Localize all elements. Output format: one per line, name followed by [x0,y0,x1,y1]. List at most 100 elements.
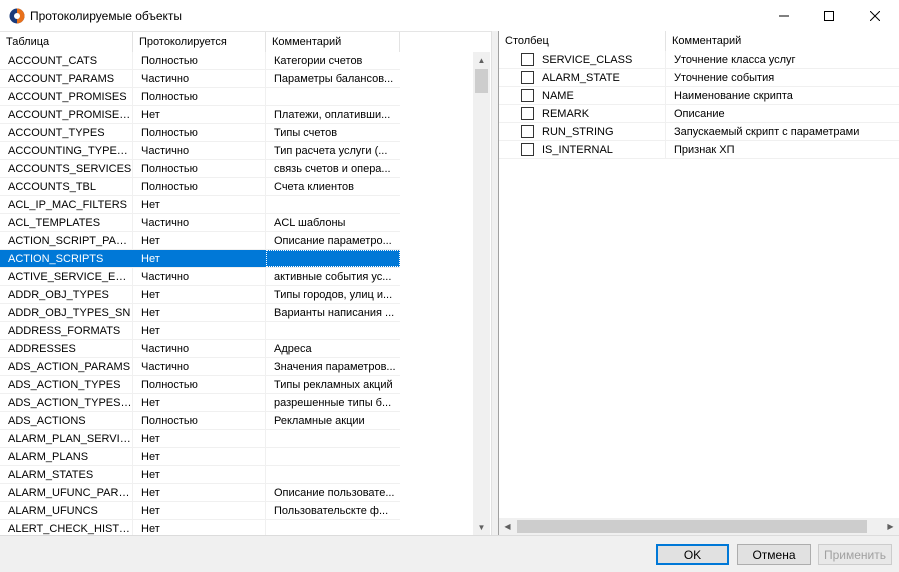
dialog-button-bar: OK Отмена Применить [0,535,899,572]
table-name-cell: ADDR_OBJ_TYPES [0,286,133,303]
minimize-button[interactable] [761,0,807,31]
apply-button[interactable]: Применить [818,544,892,565]
comment-cell [266,196,400,213]
comment-cell: Значения параметров... [274,361,396,373]
table-row[interactable]: ACTION_SCRIPTS Нет [0,250,400,268]
column-name-label: SERVICE_CLASS [542,53,633,66]
table-name-cell: ACL_TEMPLATES [0,214,133,231]
table-row[interactable]: ALARM_PLAN_SERVIC... Нет [0,430,400,448]
logged-cell: Нет [133,286,266,303]
scroll-thumb[interactable] [517,520,867,533]
table-name-cell: ADS_ACTION_TYPES [0,376,133,393]
table-row[interactable]: ACL_IP_MAC_FILTERS Нет [0,196,400,214]
column-comment-cell: Описание [674,108,725,120]
table-row[interactable]: ADS_ACTION_TYPES Полностью Типы рекламных … [0,376,400,394]
log-column-checkbox[interactable] [521,143,534,156]
scroll-right-icon[interactable]: ▶ [882,518,899,535]
table-row[interactable]: ADDRESSES Частично Адреса [0,340,400,358]
scroll-thumb[interactable] [475,69,488,93]
column-row[interactable]: RUN_STRING Запускаемый скрипт с параметра… [499,123,899,141]
table-row[interactable]: ACCOUNTS_TBL Полностью Счета клиентов [0,178,400,196]
log-column-checkbox[interactable] [521,125,534,138]
comment-cell: связь счетов и опера... [274,163,391,175]
column-header-table[interactable]: Таблица [0,32,133,52]
log-column-checkbox[interactable] [521,71,534,84]
column-row[interactable]: ALARM_STATE Уточнение события [499,69,899,87]
log-column-checkbox[interactable] [521,53,534,66]
comment-cell: Адреса [274,343,312,355]
column-comment-cell: Запускаемый скрипт с параметрами [674,126,860,138]
column-name-label: IS_INTERNAL [542,143,613,156]
column-header-column-comment[interactable]: Комментарий [666,31,899,51]
table-name-cell: ADDRESS_FORMATS [0,322,133,339]
table-row[interactable]: ACCOUNTING_TYPES_... Частично Тип расчета … [0,142,400,160]
table-row[interactable]: ADDRESS_FORMATS Нет [0,322,400,340]
column-header-column[interactable]: Столбец [499,31,666,51]
logged-cell: Полностью [133,52,266,69]
table-row[interactable]: ADS_ACTION_TYPES_... Нет разрешенные типы … [0,394,400,412]
table-row[interactable]: ALARM_PLANS Нет [0,448,400,466]
table-row[interactable]: ADS_ACTION_PARAMS Частично Значения параме… [0,358,400,376]
table-row[interactable]: ACCOUNT_PROMISES Полностью [0,88,400,106]
table-row[interactable]: ALARM_STATES Нет [0,466,400,484]
comment-cell: Счета клиентов [274,181,354,193]
table-row[interactable]: ALARM_UFUNC_PARA... Нет Описание пользоват… [0,484,400,502]
table-name-cell: ACTION_SCRIPT_PAR... [0,232,133,249]
column-name-cell: ALARM_STATE [499,69,666,86]
columns-grid-body: SERVICE_CLASS Уточнение класса услуг ALARM… [499,51,899,159]
table-name-cell: ACCOUNT_PARAMS [0,70,133,87]
scroll-up-icon[interactable]: ▲ [473,52,490,69]
column-row[interactable]: SERVICE_CLASS Уточнение класса услуг [499,51,899,69]
column-row[interactable]: REMARK Описание [499,105,899,123]
table-row[interactable]: ACL_TEMPLATES Частично ACL шаблоны [0,214,400,232]
column-header-comment[interactable]: Комментарий [266,32,400,52]
columns-grid-header: Столбец Комментарий [499,31,899,51]
table-row[interactable]: ALARM_UFUNCS Нет Пользовательскте ф... [0,502,400,520]
log-column-checkbox[interactable] [521,89,534,102]
column-name-label: RUN_STRING [542,125,614,138]
comment-cell: Рекламные акции [274,415,365,427]
comment-cell [266,430,400,447]
column-name-label: ALARM_STATE [542,71,620,84]
scroll-left-icon[interactable]: ◀ [499,518,516,535]
ok-button[interactable]: OK [656,544,729,565]
logged-cell: Частично [133,268,266,285]
table-name-cell: ACCOUNT_PROMISES [0,88,133,105]
column-row[interactable]: IS_INTERNAL Признак ХП [499,141,899,159]
table-row[interactable]: ACTION_SCRIPT_PAR... Нет Описание параметр… [0,232,400,250]
table-name-cell: ACCOUNT_PROMISES... [0,106,133,123]
table-name-cell: ACCOUNT_TYPES [0,124,133,141]
table-row[interactable]: ACTIVE_SERVICE_EVE... Частично активные со… [0,268,400,286]
table-row[interactable]: ACCOUNT_PROMISES... Нет Платежи, оплативши… [0,106,400,124]
table-row[interactable]: ADDR_OBJ_TYPES_SN Нет Варианты написания .… [0,304,400,322]
maximize-button[interactable] [806,0,852,31]
close-icon [870,10,880,21]
table-row[interactable]: ADS_ACTIONS Полностью Рекламные акции [0,412,400,430]
pane-splitter[interactable] [491,31,499,535]
table-name-cell: ADS_ACTIONS [0,412,133,429]
close-button[interactable] [852,0,898,31]
table-row[interactable]: ACCOUNTS_SERVICES Полностью связь счетов и… [0,160,400,178]
table-name-cell: ADDRESSES [0,340,133,357]
table-row[interactable]: ACCOUNT_TYPES Полностью Типы счетов [0,124,400,142]
table-row[interactable]: ACCOUNT_CATS Полностью Категории счетов [0,52,400,70]
columns-horizontal-scrollbar[interactable]: ◀ ▶ [499,518,899,535]
comment-cell [266,466,400,483]
table-row[interactable]: ACCOUNT_PARAMS Частично Параметры балансов… [0,70,400,88]
logged-cell: Нет [133,304,266,321]
comment-cell: Типы счетов [274,127,338,139]
log-column-checkbox[interactable] [521,107,534,120]
table-name-cell: ALARM_PLAN_SERVIC... [0,430,133,447]
column-header-logged[interactable]: Протоколируется [133,32,266,52]
scroll-down-icon[interactable]: ▼ [473,519,490,536]
table-name-cell: ALARM_UFUNCS [0,502,133,519]
comment-cell: Описание пользовате... [274,487,395,499]
table-row[interactable]: ADDR_OBJ_TYPES Нет Типы городов, улиц и... [0,286,400,304]
tables-vertical-scrollbar[interactable]: ▲ ▼ [473,52,490,536]
logged-cell: Полностью [133,124,266,141]
logged-cell: Частично [133,70,266,87]
logged-cell: Частично [133,340,266,357]
column-comment-cell: Уточнение класса услуг [674,54,796,66]
column-row[interactable]: NAME Наименование скрипта [499,87,899,105]
cancel-button[interactable]: Отмена [737,544,811,565]
